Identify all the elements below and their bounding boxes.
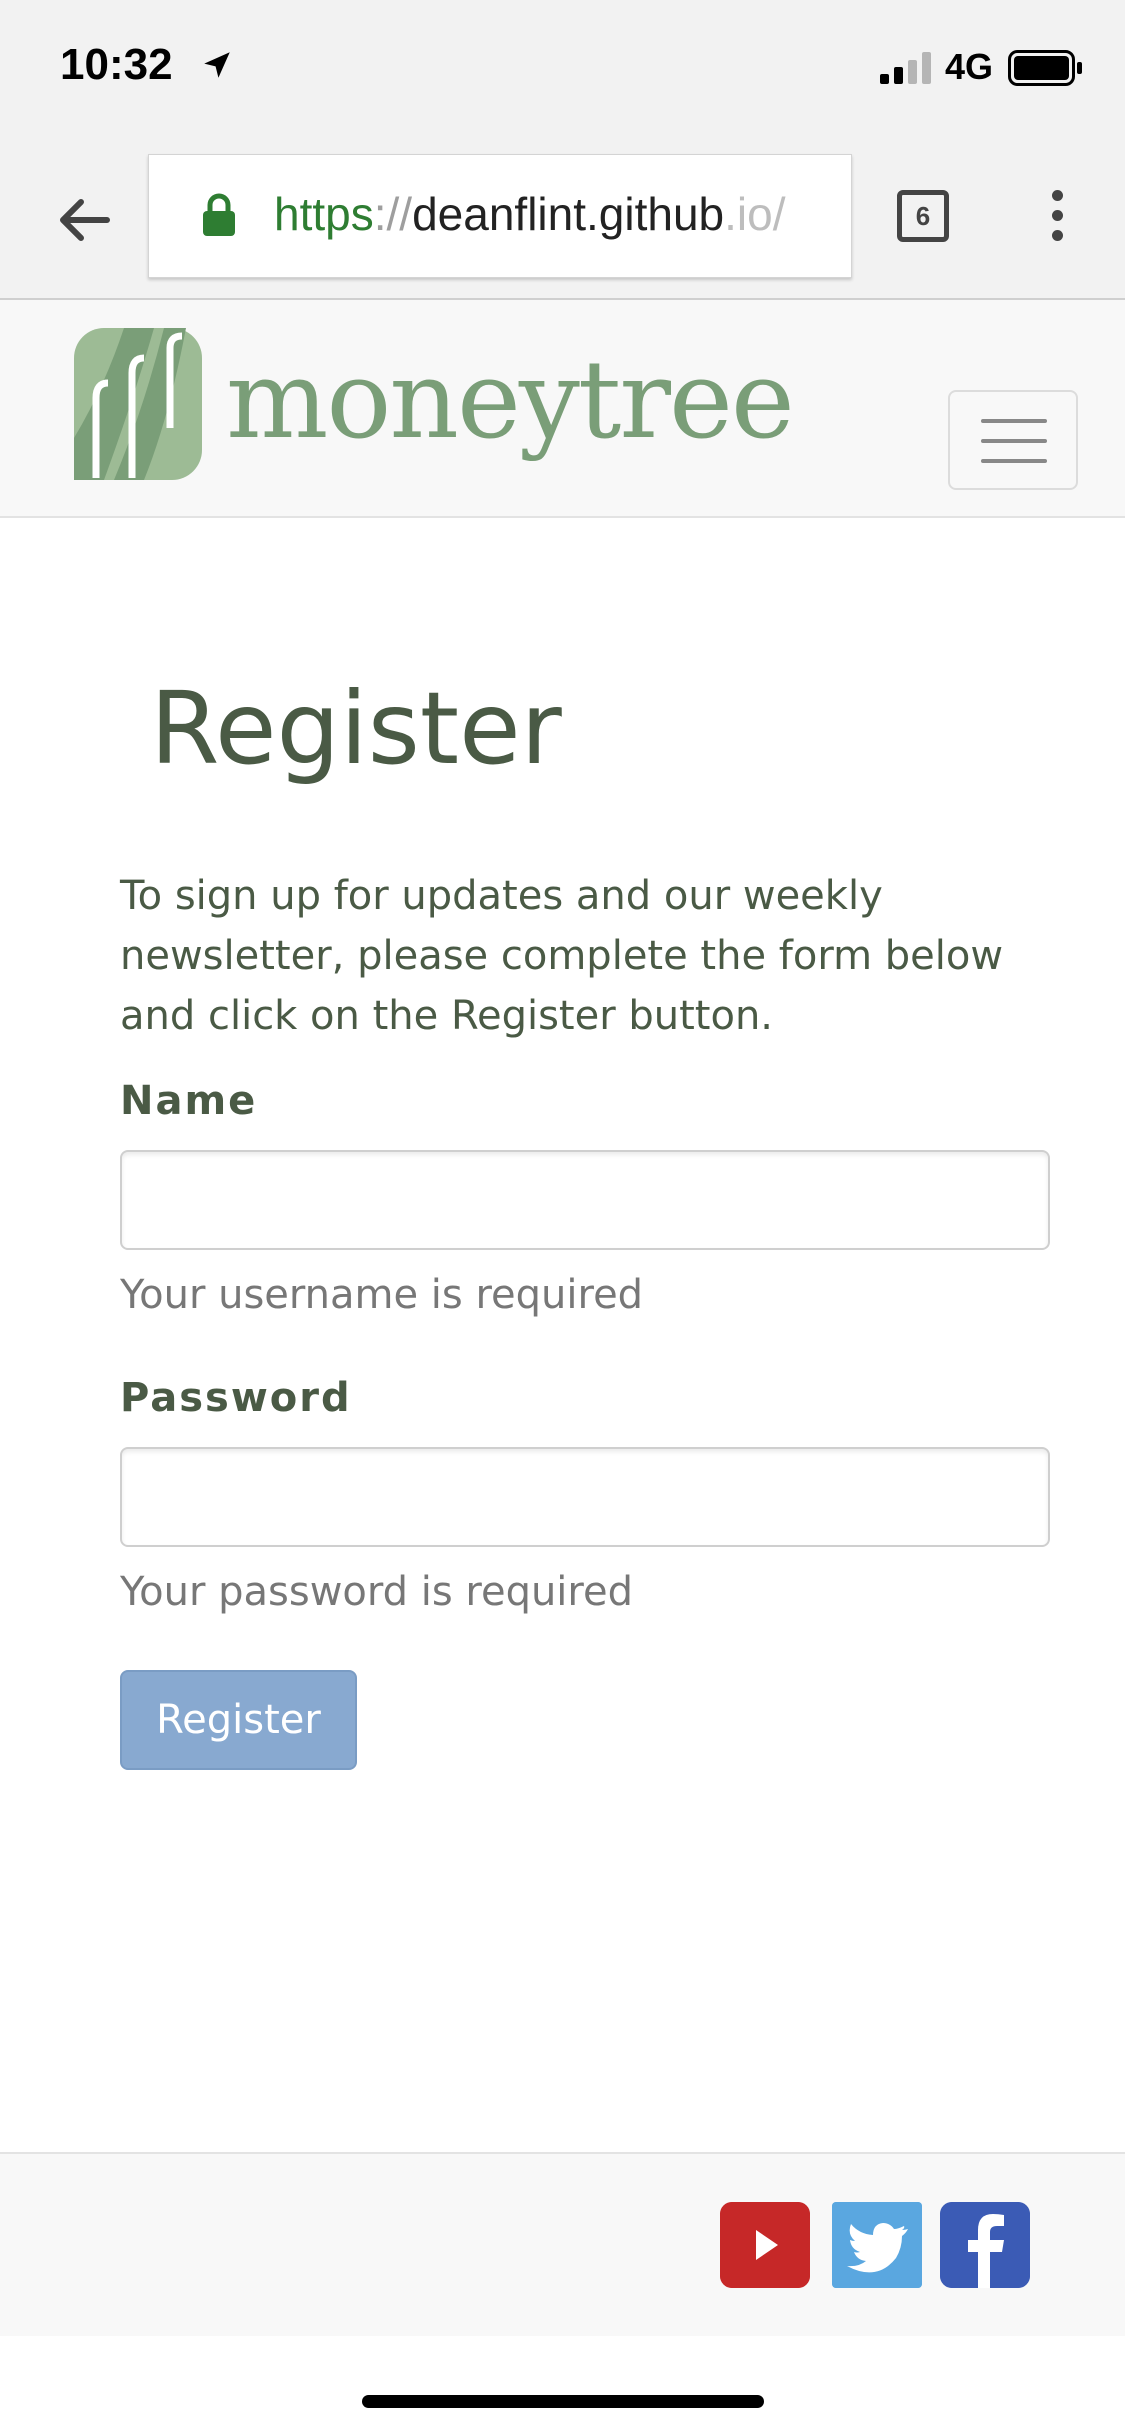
url-domain-rest: .io/	[724, 188, 786, 240]
more-options-icon[interactable]	[1045, 190, 1069, 250]
network-type: 4G	[945, 46, 994, 87]
password-label: Password	[120, 1375, 352, 1421]
logo-text[interactable]: moneytree	[226, 338, 795, 463]
intro-text: To sign up for updates and our weekly ne…	[120, 873, 1004, 1039]
youtube-icon[interactable]	[720, 2202, 810, 2288]
page-title: Register	[150, 670, 562, 787]
url-host: deanflint.github	[412, 188, 725, 240]
nav-menu-toggle-button[interactable]	[948, 390, 1078, 490]
url-scheme: https	[274, 188, 374, 240]
url-separator: ://	[373, 188, 413, 240]
address-bar[interactable]: https://deanflint.github.io/	[148, 154, 852, 278]
site-footer	[0, 2152, 1125, 2336]
password-help-text: Your password is required	[120, 1569, 633, 1615]
lock-icon	[203, 193, 235, 236]
name-label: Name	[120, 1078, 258, 1124]
battery-icon	[1008, 50, 1082, 86]
twitter-icon[interactable]	[832, 2202, 922, 2288]
url-text: https://deanflint.github.io/	[274, 187, 785, 241]
location-arrow-icon	[204, 52, 230, 78]
status-time: 10:32	[60, 40, 173, 89]
name-help-text: Your username is required	[120, 1272, 644, 1318]
facebook-icon[interactable]	[940, 2202, 1030, 2288]
register-button[interactable]: Register	[120, 1670, 357, 1770]
moneytree-logo-icon[interactable]	[74, 328, 202, 480]
password-input[interactable]	[120, 1447, 1050, 1547]
status-bar: 10:32 4G	[0, 0, 1125, 140]
tab-switcher-button[interactable]: 6	[897, 190, 949, 242]
site-header: moneytree	[0, 300, 1125, 518]
back-arrow-icon[interactable]	[55, 190, 115, 250]
name-input[interactable]	[120, 1150, 1050, 1250]
home-indicator[interactable]	[362, 2395, 764, 2408]
browser-toolbar: https://deanflint.github.io/ 6	[0, 140, 1125, 300]
signal-strength-icon	[880, 52, 931, 84]
